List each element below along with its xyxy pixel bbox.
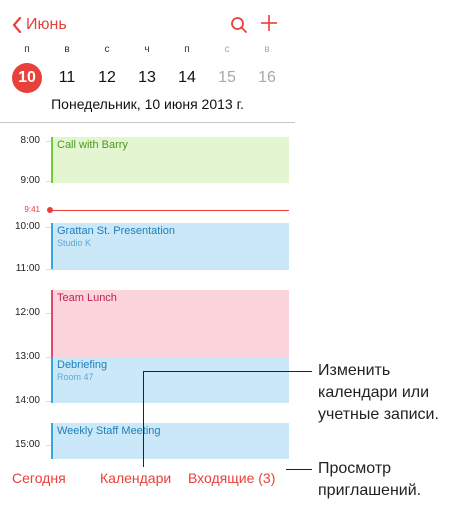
event-location: Studio K bbox=[57, 238, 92, 248]
back-button-label: Июнь bbox=[26, 16, 67, 33]
hour-label: 11:00 bbox=[15, 263, 40, 274]
callout-line-text: Просмотр bbox=[318, 460, 392, 477]
day-number[interactable]: 12 bbox=[92, 63, 122, 93]
hour-line bbox=[46, 269, 289, 270]
event-title: Grattan St. Presentation bbox=[57, 225, 176, 237]
current-time-line bbox=[50, 210, 289, 211]
hour-label: 8:00 bbox=[20, 135, 40, 146]
event-title: Weekly Staff Meeting bbox=[57, 425, 161, 437]
today-button[interactable]: Сегодня bbox=[12, 470, 66, 486]
day-number[interactable]: 14 bbox=[172, 63, 202, 93]
event-weekly-staff-meeting[interactable]: Weekly Staff Meeting bbox=[51, 423, 289, 459]
calendar-screen: Июнь п в с ч п с в 10 11 12 13 14 15 16 … bbox=[0, 0, 295, 511]
callout-line-text: Изменить bbox=[318, 362, 391, 379]
day-timeline[interactable]: 8:00 9:00 10:00 11:00 12:00 13:00 14:00 … bbox=[0, 123, 295, 459]
chevron-left-icon bbox=[12, 17, 22, 33]
selected-date-title: Понедельник, 10 июня 2013 г. bbox=[51, 96, 244, 112]
weekday-letter: с bbox=[224, 44, 230, 55]
weekday-letter: в bbox=[64, 44, 70, 55]
callout-pointer bbox=[143, 371, 312, 372]
hour-label: 9:00 bbox=[20, 175, 40, 186]
callout-line-text: календари или bbox=[318, 384, 430, 401]
day-number[interactable]: 16 bbox=[252, 63, 282, 93]
hour-label: 15:00 bbox=[14, 439, 40, 450]
hour-label: 10:00 bbox=[14, 221, 40, 232]
day-number[interactable]: 13 bbox=[132, 63, 162, 93]
bottom-toolbar: Сегодня Календари Входящие (3) bbox=[0, 459, 295, 499]
weekday-letter: с bbox=[104, 44, 110, 55]
event-title: Call with Barry bbox=[57, 139, 128, 151]
calendars-callout: Изменить календари или учетные записи. bbox=[318, 360, 439, 426]
callout-pointer bbox=[286, 469, 312, 470]
event-title: Team Lunch bbox=[57, 292, 117, 304]
inbox-callout: Просмотр приглашений. bbox=[318, 458, 421, 502]
weekday-letter: в bbox=[264, 44, 270, 55]
inbox-button[interactable]: Входящие (3) bbox=[188, 470, 275, 486]
day-number[interactable]: 11 bbox=[52, 63, 82, 93]
current-time-label: 9:41 bbox=[24, 205, 40, 214]
hour-label: 13:00 bbox=[14, 351, 40, 362]
event-location: Room 47 bbox=[57, 372, 94, 382]
hour-label: 14:00 bbox=[14, 395, 40, 406]
day-number-selected[interactable]: 10 bbox=[12, 63, 42, 93]
weekday-letter: п bbox=[184, 44, 190, 55]
callout-line-text: приглашений. bbox=[318, 482, 422, 499]
hour-label: 12:00 bbox=[14, 307, 40, 318]
event-title: Debriefing bbox=[57, 359, 108, 371]
event-call-with-barry[interactable]: Call with Barry bbox=[51, 137, 289, 183]
weekday-letter: п bbox=[24, 44, 30, 55]
day-number[interactable]: 15 bbox=[212, 63, 242, 93]
event-grattan-presentation[interactable]: Grattan St. Presentation Studio K bbox=[51, 223, 289, 269]
event-team-lunch[interactable]: Team Lunch bbox=[51, 290, 289, 358]
callout-pointer bbox=[143, 371, 144, 467]
back-button[interactable]: Июнь bbox=[12, 16, 67, 34]
event-debriefing[interactable]: Debriefing Room 47 bbox=[51, 357, 289, 403]
calendars-button[interactable]: Календари bbox=[100, 470, 171, 486]
add-event-icon[interactable] bbox=[258, 12, 280, 34]
search-icon[interactable] bbox=[230, 16, 248, 34]
weekday-letter: ч bbox=[144, 44, 150, 55]
callout-line-text: учетные записи. bbox=[318, 406, 439, 423]
